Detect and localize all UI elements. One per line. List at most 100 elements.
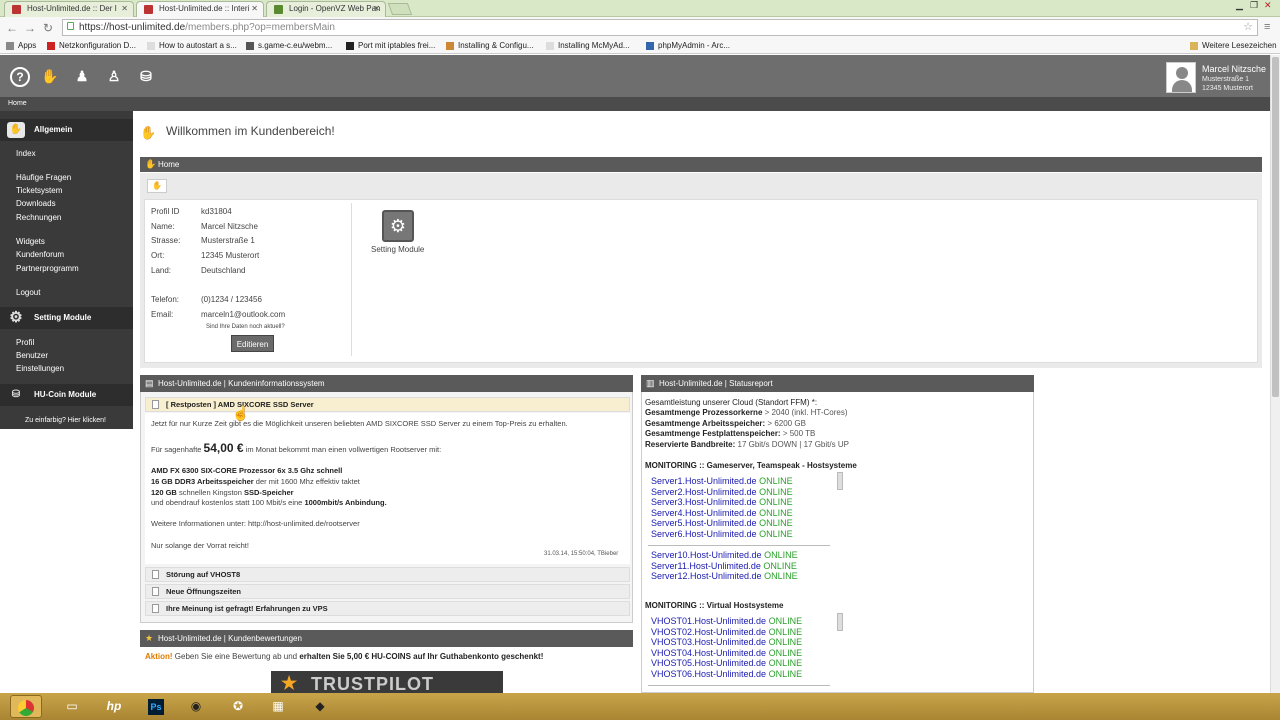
profile-email-value: marceln1@outlook.com bbox=[201, 310, 286, 319]
other-bookmarks[interactable]: Weitere Lesezeichen bbox=[1190, 40, 1277, 52]
user-icon[interactable]: ♟ bbox=[72, 66, 92, 86]
openvz-favicon-icon bbox=[274, 5, 283, 14]
menu-icon[interactable]: ≡ bbox=[1264, 21, 1270, 33]
spec-network-text: und obendrauf kostenlos statt 100 Mbit/s… bbox=[151, 498, 305, 507]
browser-tab-2[interactable]: Host-Unlimited.de :: Interi ✕ bbox=[136, 1, 264, 17]
vhost-status: ONLINE bbox=[768, 616, 803, 626]
monitor-scrollbar[interactable] bbox=[837, 472, 843, 490]
sidebar-section-coins[interactable]: ⛁ HU-Coin Module bbox=[0, 384, 133, 406]
browser-tab-1[interactable]: Host-Unlimited.de :: Der I ✕ bbox=[4, 1, 134, 17]
setting-module-label[interactable]: Setting Module bbox=[371, 245, 424, 254]
reload-icon[interactable]: ↻ bbox=[43, 21, 53, 35]
sidebar-item-users[interactable]: Benutzer bbox=[16, 351, 48, 360]
headset-taskbar-icon[interactable]: ◉ bbox=[180, 695, 212, 718]
hp-taskbar-icon[interactable]: hp bbox=[98, 695, 130, 718]
chrome-taskbar-icon[interactable] bbox=[10, 695, 42, 718]
profile-id-value: kd31804 bbox=[201, 207, 232, 216]
setting-module-gear-icon[interactable]: ⚙ bbox=[382, 210, 414, 242]
status-row: Reservierte Bandbreite: 17 Gbit/s DOWN |… bbox=[645, 440, 849, 449]
monitoring-vhost-title: MONITORING :: Virtual Hostsysteme bbox=[645, 601, 784, 610]
close-tab-icon[interactable]: ✕ bbox=[251, 2, 258, 16]
bookmark-item[interactable]: How to autostart a s... bbox=[147, 40, 237, 52]
app-taskbar-icon[interactable]: ◆ bbox=[304, 695, 336, 718]
bookmark-star-icon[interactable]: ☆ bbox=[1243, 20, 1253, 35]
url-input[interactable]: https://host-unlimited.de/members.php?op… bbox=[62, 19, 1258, 36]
sidebar-item-downloads[interactable]: Downloads bbox=[16, 199, 56, 208]
sidebar-item-forum[interactable]: Kundenforum bbox=[16, 250, 64, 259]
divider bbox=[648, 685, 830, 686]
coins-icon: ⛁ bbox=[11, 389, 21, 400]
bookmark-item[interactable]: Installing McMyAd... bbox=[546, 40, 630, 52]
document-icon bbox=[152, 604, 159, 613]
photoshop-taskbar-icon[interactable]: Ps bbox=[140, 695, 172, 718]
folder-icon bbox=[1190, 42, 1198, 50]
close-window-icon[interactable]: ✕ bbox=[1264, 0, 1272, 11]
more-info-text: Weitere Informationen unter: http://host… bbox=[151, 519, 360, 528]
price-post: im Monat bekommt man einen vollwertigen … bbox=[245, 445, 442, 454]
server-row: Server4.Host-Unlimited.de ONLINE bbox=[651, 508, 793, 518]
bookmark-apps[interactable]: Apps bbox=[6, 40, 36, 52]
bookmark-item[interactable]: Port mit iptables frei... bbox=[346, 40, 435, 52]
handshake-icon[interactable]: ✋ bbox=[40, 66, 60, 86]
sidebar-section-general[interactable]: ✋ Allgemein bbox=[0, 119, 133, 141]
page-scrollbar[interactable] bbox=[1270, 55, 1280, 693]
scrollbar-thumb[interactable] bbox=[1272, 57, 1279, 397]
news-item-oeffnungszeiten[interactable]: Neue Öffnungszeiten bbox=[145, 584, 630, 599]
sidebar-item-logout[interactable]: Logout bbox=[16, 288, 40, 297]
sidebar-item-index[interactable]: Index bbox=[16, 149, 36, 158]
news-item-meinung[interactable]: Ihre Meinung ist gefragt! Erfahrungen zu… bbox=[145, 601, 630, 616]
sidebar-item-profile[interactable]: Profil bbox=[16, 338, 34, 347]
user-card[interactable]: Marcel Nitzsche Musterstraße 1 12345 Mus… bbox=[1166, 62, 1266, 94]
trustpilot-logo[interactable]: ★ TRUSTPILOT bbox=[271, 671, 503, 693]
back-icon[interactable]: ← bbox=[6, 21, 18, 35]
handshake-button[interactable]: ✋ bbox=[147, 179, 167, 193]
teamspeak-taskbar-icon[interactable]: ✪ bbox=[222, 695, 254, 718]
page-title: ✋ Willkommen im Kundenbereich! bbox=[140, 124, 335, 140]
maximize-icon[interactable]: ❐ bbox=[1250, 0, 1258, 11]
site-header bbox=[0, 55, 1270, 97]
bookmark-item[interactable]: phpMyAdmin - Arc... bbox=[646, 40, 730, 52]
theme-hint-link[interactable]: Zu einfarbig? Hier klicken! bbox=[25, 417, 106, 424]
section-label: Allgemein bbox=[34, 125, 73, 134]
bookmark-item[interactable]: s.game-c.eu/webm... bbox=[246, 40, 332, 52]
sidebar-item-faq[interactable]: Häufige Fragen bbox=[16, 173, 71, 182]
spec-ram: 16 GB DDR3 Arbeitsspeicher der mit 1600 … bbox=[151, 477, 360, 486]
account-icon[interactable]: ♙ bbox=[104, 66, 124, 86]
server-status: ONLINE bbox=[759, 529, 793, 539]
help-icon[interactable]: ? bbox=[10, 67, 30, 87]
document-icon: ▤ bbox=[145, 378, 154, 388]
bookmark-item[interactable]: Installing & Configu... bbox=[446, 40, 534, 52]
close-tab-icon[interactable]: ✕ bbox=[121, 2, 128, 16]
minimize-icon[interactable]: ▁ bbox=[1236, 0, 1243, 11]
trustpilot-star-icon: ★ bbox=[281, 673, 299, 693]
bookmark-item[interactable]: Netzkonfiguration D... bbox=[47, 40, 136, 52]
sidebar-item-partner[interactable]: Partnerprogramm bbox=[16, 264, 79, 273]
profile-hint: Sind Ihre Daten noch aktuell? bbox=[206, 324, 285, 330]
monitor-scrollbar[interactable] bbox=[837, 613, 843, 631]
explorer-taskbar-icon[interactable]: ▭ bbox=[56, 695, 88, 718]
browser-tab-3[interactable]: Login - OpenVZ Web Pan ✕ bbox=[266, 1, 386, 17]
page-icon bbox=[546, 42, 554, 50]
server-row: Server5.Host-Unlimited.de ONLINE bbox=[651, 518, 793, 528]
coins-icon[interactable]: ⛁ bbox=[136, 66, 156, 86]
status-key: Reservierte Bandbreite: bbox=[645, 440, 736, 449]
notepad-taskbar-icon[interactable]: ▦ bbox=[262, 695, 294, 718]
sidebar-item-settings[interactable]: Einstellungen bbox=[16, 364, 64, 373]
user-name: Marcel Nitzsche bbox=[1202, 64, 1267, 74]
new-tab-button[interactable] bbox=[387, 3, 413, 15]
review-promo: Aktion! Geben Sie eine Bewertung ab und … bbox=[145, 652, 543, 661]
news-item-restposten[interactable]: [ Restposten ] AMD SIXCORE SSD Server bbox=[145, 397, 630, 412]
close-tab-icon[interactable]: ✕ bbox=[373, 2, 380, 16]
sidebar-item-widgets[interactable]: Widgets bbox=[16, 237, 45, 246]
breadcrumb-home[interactable]: Home bbox=[8, 100, 27, 107]
sidebar-section-settings[interactable]: ⚙ Setting Module bbox=[0, 307, 133, 329]
edit-profile-button[interactable]: Editieren bbox=[231, 335, 274, 352]
forward-icon[interactable]: → bbox=[24, 21, 36, 35]
sidebar-item-tickets[interactable]: Ticketsystem bbox=[16, 186, 62, 195]
sidebar-item-invoices[interactable]: Rechnungen bbox=[16, 213, 61, 222]
tab-label: Login - OpenVZ Web Pan bbox=[289, 4, 381, 13]
breadcrumb[interactable]: Home bbox=[0, 97, 1270, 111]
news-item-stoerung[interactable]: Störung auf VHOST8 bbox=[145, 567, 630, 582]
photoshop-logo-icon: Ps bbox=[148, 699, 164, 715]
tab-label: Host-Unlimited.de :: Der I bbox=[27, 4, 117, 13]
